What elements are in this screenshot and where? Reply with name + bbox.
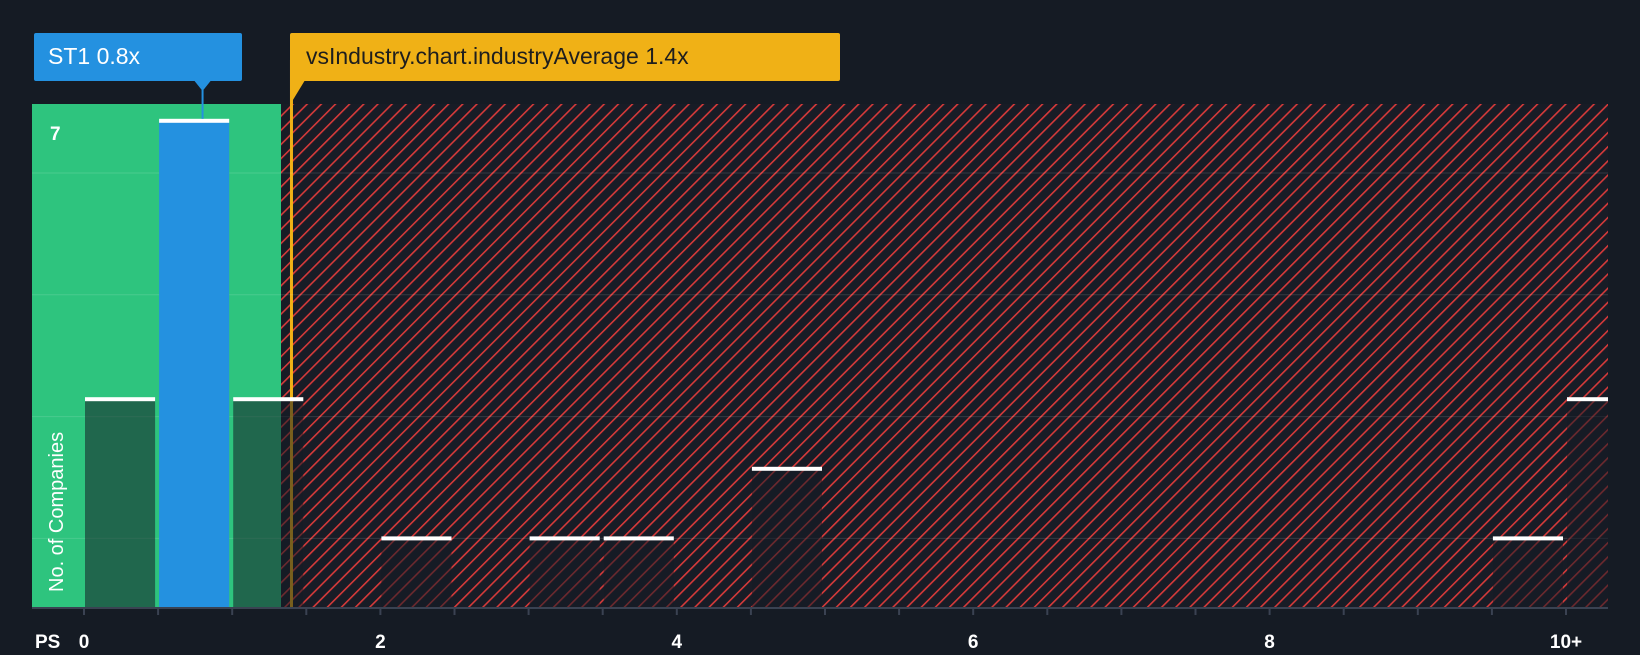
- bar-cap: [1567, 397, 1608, 402]
- bar-cap: [381, 536, 452, 541]
- x-tick-label: 4: [672, 632, 683, 650]
- company-callout-pointer: [194, 81, 211, 91]
- histogram-bar: [159, 120, 230, 609]
- histogram-bar: [1492, 538, 1563, 608]
- x-tick-label: 10+: [1550, 632, 1582, 650]
- y-axis-label: No. of Companies: [46, 432, 68, 592]
- x-tick-label: 8: [1264, 632, 1275, 650]
- histogram-bar: [751, 468, 822, 608]
- histogram-bar: [529, 538, 600, 608]
- industry-callout: vsIndustry.chart.industryAverage 1.4x: [290, 33, 840, 104]
- histogram-bar: [1567, 399, 1608, 608]
- bar-cap: [751, 466, 822, 471]
- x-tick-label: 0: [79, 632, 90, 650]
- bar-cap: [233, 397, 304, 402]
- above-industry-zone: [281, 104, 1608, 608]
- bar-cap: [1492, 536, 1563, 541]
- bar-cap: [603, 536, 674, 541]
- histogram-bar: [381, 538, 452, 608]
- bar-cap: [159, 118, 230, 123]
- bar-cap: [529, 536, 600, 541]
- ps-distribution-chart: 0 2 4 6 8 10+ PS 7 No. of Companies ST1 0.8x vsIn…: [0, 0, 1640, 653]
- y-tick-label: 7: [50, 124, 61, 145]
- company-callout-label: ST1 0.8x: [48, 43, 141, 69]
- histogram-bar: [85, 399, 156, 608]
- histogram-bar: [603, 538, 674, 608]
- histogram-bar: [233, 399, 304, 608]
- x-tick-label: 2: [375, 632, 386, 650]
- x-axis-label: PS: [35, 632, 60, 650]
- x-tick-label: 6: [968, 632, 979, 650]
- bar-cap: [85, 397, 156, 402]
- chart-canvas: 0 2 4 6 8 10+ PS 7 No. of Companies ST1 0.8x vsIn…: [32, 33, 1608, 653]
- industry-callout-label: vsIndustry.chart.industryAverage 1.4x: [306, 43, 689, 69]
